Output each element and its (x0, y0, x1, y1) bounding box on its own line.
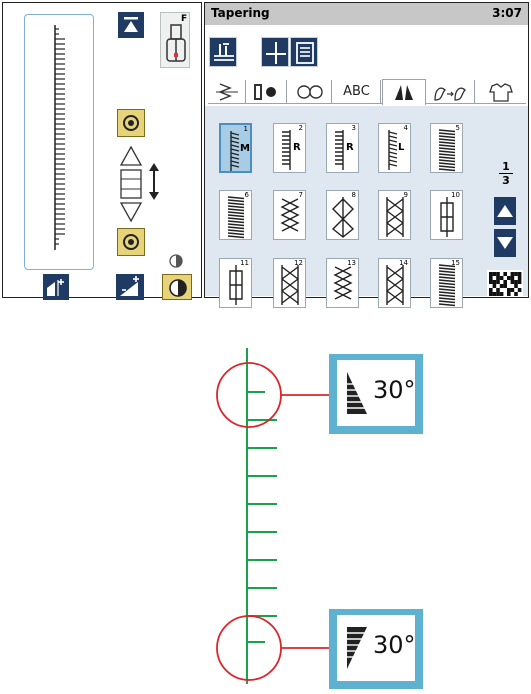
stitch-icon (386, 197, 404, 237)
increase-arrow-icon (119, 145, 143, 166)
decorative-stitch-icon (297, 85, 323, 99)
stitch-grid (205, 106, 528, 296)
tapering-stitch-icon (395, 85, 413, 100)
mirror-icon (169, 279, 187, 297)
stitch-icon (333, 266, 353, 300)
page-up-button[interactable] (494, 197, 516, 225)
stitch-cell[interactable]: 10 (430, 190, 463, 240)
end-angle-value: 30° (373, 631, 416, 659)
needle-position-icon (266, 42, 286, 64)
stitch-preview (24, 14, 94, 270)
buttonhole-icon (254, 84, 276, 100)
tab-decorative-stitches[interactable] (288, 80, 332, 104)
stitch-icon (438, 129, 456, 172)
taper-start-icon (347, 372, 367, 414)
page-total: 3 (502, 174, 510, 187)
clock: 3:07 (492, 6, 522, 20)
stitch-settings-button[interactable] (209, 37, 237, 67)
tab-garment-stitches[interactable] (476, 80, 526, 104)
stitch-settings-icon (214, 43, 234, 61)
sequence-list-icon (296, 42, 314, 64)
stitch-icon (227, 196, 245, 239)
start-highlight-circle (216, 362, 282, 428)
stitch-position-letter: R (293, 142, 301, 153)
decrease-arrow-icon (119, 202, 143, 223)
screen-title: Tapering (211, 6, 270, 20)
floral-stitch-icon (434, 87, 466, 101)
start-angle-value: 30° (373, 376, 416, 404)
target-icon (123, 115, 139, 131)
stitch-cell[interactable]: 12 (273, 258, 306, 308)
move-to-start-button[interactable] (118, 12, 144, 38)
stitch-icon (438, 264, 456, 307)
target-icon (123, 234, 139, 250)
stitch-cell[interactable]: 11 (219, 258, 252, 308)
presser-foot-letter: F (181, 14, 188, 24)
stitch-cell[interactable]: 13 (326, 258, 359, 308)
mirror-button[interactable] (162, 274, 192, 300)
tab-floral-stitches[interactable] (427, 80, 475, 104)
stitch-icon (281, 265, 299, 305)
qr-code-button[interactable] (487, 270, 523, 297)
stitch-cell[interactable]: 5 (430, 123, 463, 173)
stitch-preview-graphic (54, 25, 65, 250)
title-bar: Tapering 3:07 (205, 3, 528, 25)
tapering-end-point-button[interactable] (117, 228, 145, 256)
end-highlight-circle (216, 615, 282, 681)
stitch-cell[interactable]: 15 (430, 258, 463, 308)
stitch-cell[interactable]: 3R (326, 123, 359, 173)
taper-end-icon (347, 627, 367, 669)
tab-tapering[interactable] (382, 79, 426, 105)
tapering-diagram (205, 340, 345, 690)
page-indicator: 1 3 (495, 160, 517, 190)
stitch-position-letter: L (398, 142, 405, 153)
start-angle-callout: 30° (329, 354, 423, 434)
stitch-icon (388, 130, 398, 170)
stitch-icon (331, 197, 355, 238)
stitch-icon (440, 197, 454, 237)
page-down-button[interactable] (494, 229, 516, 257)
presser-foot-indicator: F (160, 12, 190, 68)
stitch-cell[interactable]: 6 (219, 190, 252, 240)
needle-position-button[interactable] (261, 37, 289, 67)
sequence-list-button[interactable] (290, 37, 318, 67)
tab-buttonholes[interactable] (247, 80, 287, 104)
stitch-cell[interactable]: 9 (378, 190, 411, 240)
stitch-cell[interactable]: 2R (273, 123, 306, 173)
stitch-icon (229, 265, 243, 305)
tapering-start-point-button[interactable] (117, 109, 145, 137)
tapering-toggle-button[interactable] (43, 274, 69, 310)
stitch-cell[interactable]: 8 (326, 190, 359, 240)
stitch-icon (280, 198, 300, 232)
arrow-down-icon (497, 237, 513, 249)
tab-utility-stitches[interactable] (208, 80, 246, 104)
stitch-cell[interactable]: 7 (273, 190, 306, 240)
arrow-up-icon (497, 205, 513, 217)
garment-icon (489, 83, 513, 102)
stitch-icon (386, 265, 404, 305)
page-current: 1 (502, 160, 510, 173)
end-angle-callout: 30° (329, 609, 423, 689)
stitch-position-letter: R (346, 142, 354, 153)
length-adjust-control[interactable] (118, 143, 162, 235)
mirror-indicator-icon (169, 253, 183, 268)
stitch-cell[interactable]: 1M (219, 123, 252, 173)
tab-alphabets[interactable]: ABC (333, 80, 381, 104)
qr-code-icon (489, 272, 522, 296)
tapering-angle-button[interactable] (116, 274, 144, 300)
stitch-cell[interactable]: 4L (378, 123, 411, 173)
stitch-cell[interactable]: 14 (378, 258, 411, 308)
utility-stitch-icon (216, 83, 238, 101)
stitch-position-letter: M (240, 143, 250, 154)
